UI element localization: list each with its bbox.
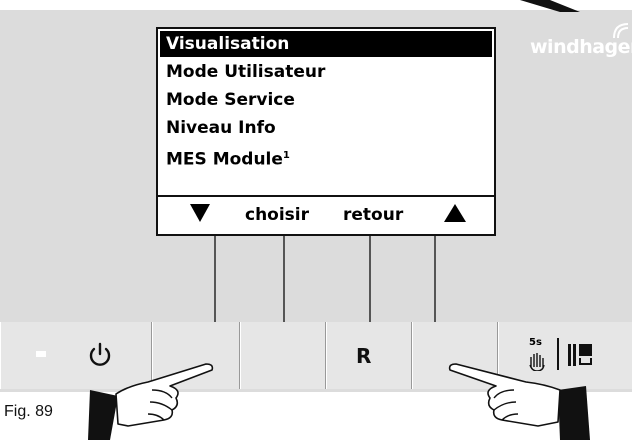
figure-caption: Fig. 89 <box>4 403 53 420</box>
up-arrow-icon <box>444 204 466 222</box>
reset-label: R <box>356 344 372 368</box>
menu-item-mes-module-label: MES Module <box>166 149 283 170</box>
lcd-display: Visualisation Mode Utilisateur Mode Serv… <box>156 27 496 236</box>
menu-item-visualisation[interactable]: Visualisation <box>160 31 492 57</box>
signal-swoosh-icon <box>613 23 629 39</box>
pointing-hand-left-icon <box>88 363 214 440</box>
pointing-hand-right-icon <box>448 363 590 440</box>
softkey-choose-button[interactable] <box>240 322 326 389</box>
softkey-retour-label: retour <box>343 205 404 225</box>
down-arrow-icon <box>190 204 210 222</box>
softkey-bar: choisir retour <box>158 195 494 236</box>
footnote-marker: 1 <box>282 150 290 161</box>
corner-arrow-icon <box>520 0 580 12</box>
softkey-choisir-label: choisir <box>245 205 310 225</box>
connector-line <box>434 236 436 322</box>
menu-item-mode-utilisateur[interactable]: Mode Utilisateur <box>166 59 325 85</box>
connector-line <box>214 236 216 322</box>
connector-line <box>369 236 371 322</box>
menu-item-mode-service[interactable]: Mode Service <box>166 87 295 113</box>
menu-item-mes-module[interactable]: MES Module1 <box>166 143 290 170</box>
status-led <box>36 351 46 357</box>
connector-line <box>283 236 285 322</box>
menu-item-niveau-info[interactable]: Niveau Info <box>166 115 276 141</box>
